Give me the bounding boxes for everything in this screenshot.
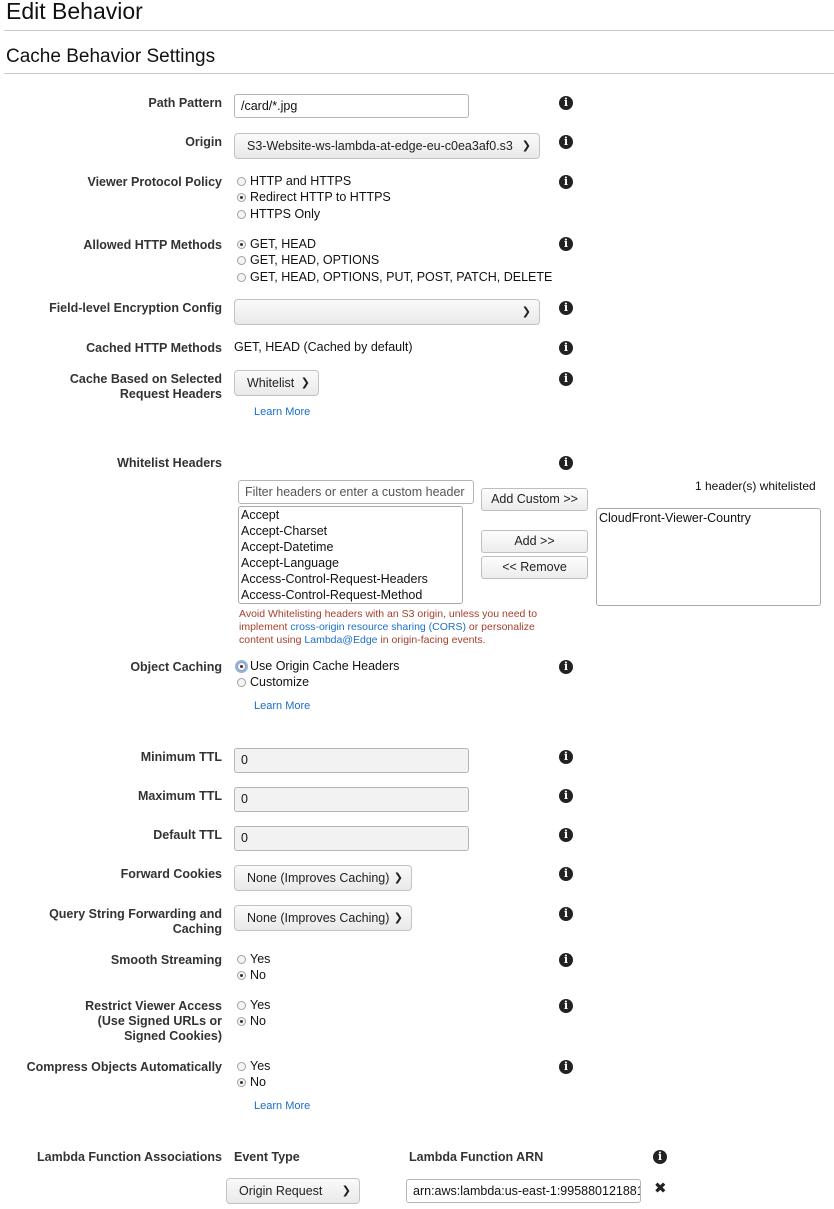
divider xyxy=(4,73,834,74)
lambda-edge-link[interactable]: Lambda@Edge xyxy=(304,634,377,646)
viewer-protocol-label: Viewer Protocol Policy xyxy=(87,175,222,189)
list-item[interactable]: Access-Control-Request-Method xyxy=(239,587,462,603)
learn-more-link[interactable]: Learn More xyxy=(254,700,310,712)
origin-select[interactable]: S3-Website-ws-lambda-at-edge-eu-c0ea3af0… xyxy=(234,133,540,159)
origin-label: Origin xyxy=(185,135,222,149)
whitelist-count: 1 header(s) whitelisted xyxy=(695,479,816,493)
forward-cookies-label: Forward Cookies xyxy=(120,867,222,881)
chevron-down-icon: ❯ xyxy=(393,912,403,924)
learn-more-link[interactable]: Learn More xyxy=(254,406,310,418)
origin-select-value: S3-Website-ws-lambda-at-edge-eu-c0ea3af0… xyxy=(247,139,513,153)
chevron-down-icon: ❯ xyxy=(521,140,531,152)
close-icon[interactable]: ✖ xyxy=(654,1179,667,1197)
allowed-methods-label: Allowed HTTP Methods xyxy=(83,238,222,252)
page-title: Edit Behavior xyxy=(6,0,143,24)
info-icon[interactable]: i xyxy=(559,301,573,315)
list-item[interactable]: Accept-Datetime xyxy=(239,539,462,555)
radio-smooth-yes[interactable]: Yes xyxy=(237,951,270,967)
chevron-down-icon: ❯ xyxy=(521,306,531,318)
divider xyxy=(4,30,834,31)
radio-smooth-no[interactable]: No xyxy=(237,967,266,983)
list-item[interactable]: Accept-Language xyxy=(239,555,462,571)
lambda-arn-input[interactable]: arn:aws:lambda:us-east-1:995880121881 xyxy=(406,1179,641,1203)
radio-redirect-http-to-https[interactable]: Redirect HTTP to HTTPS xyxy=(237,189,391,205)
fle-config-select[interactable]: ❯ xyxy=(234,299,540,325)
cache-headers-select[interactable]: Whitelist ❯ xyxy=(234,370,319,396)
whitelist-headers-label: Whitelist Headers xyxy=(117,456,222,470)
lambda-associations-label: Lambda Function Associations xyxy=(37,1150,222,1164)
radio-use-origin-cache-headers[interactable]: Use Origin Cache Headers xyxy=(237,658,399,674)
radio-get-head-options[interactable]: GET, HEAD, OPTIONS xyxy=(237,252,379,268)
fle-config-label: Field-level Encryption Config xyxy=(49,301,222,315)
min-ttl-label: Minimum TTL xyxy=(140,750,222,764)
info-icon[interactable]: i xyxy=(559,341,573,355)
info-icon[interactable]: i xyxy=(559,372,573,386)
info-icon[interactable]: i xyxy=(559,907,573,921)
radio-restrict-yes[interactable]: Yes xyxy=(237,997,270,1013)
info-icon[interactable]: i xyxy=(559,175,573,189)
radio-all-methods[interactable]: GET, HEAD, OPTIONS, PUT, POST, PATCH, DE… xyxy=(237,269,552,285)
section-title: Cache Behavior Settings xyxy=(6,46,216,67)
info-icon[interactable]: i xyxy=(559,660,573,674)
path-pattern-label: Path Pattern xyxy=(148,96,222,110)
event-type-select[interactable]: Origin Request ❯ xyxy=(226,1178,360,1204)
list-item[interactable]: Access-Control-Request-Headers xyxy=(239,571,462,587)
info-icon[interactable]: i xyxy=(559,828,573,842)
list-item[interactable]: CloudFront-Viewer-Country xyxy=(597,509,820,526)
min-ttl-input[interactable]: 0 xyxy=(234,748,469,773)
radio-restrict-no[interactable]: No xyxy=(237,1013,266,1029)
info-icon[interactable]: i xyxy=(559,953,573,967)
default-ttl-input[interactable]: 0 xyxy=(234,826,469,851)
whitelist-warning: Avoid Whitelisting headers with an S3 or… xyxy=(239,608,538,646)
radio-compress-no[interactable]: No xyxy=(237,1074,266,1090)
chevron-down-icon: ❯ xyxy=(393,872,403,884)
list-item[interactable]: Accept xyxy=(239,507,462,523)
query-string-select[interactable]: None (Improves Caching) ❯ xyxy=(234,905,412,931)
cors-link[interactable]: cross-origin resource sharing (CORS) xyxy=(290,621,466,633)
info-icon[interactable]: i xyxy=(559,96,573,110)
radio-compress-yes[interactable]: Yes xyxy=(237,1058,270,1074)
info-icon[interactable]: i xyxy=(559,1060,573,1074)
radio-get-head[interactable]: GET, HEAD xyxy=(237,236,316,252)
event-type-header: Event Type xyxy=(234,1150,300,1164)
info-icon[interactable]: i xyxy=(559,750,573,764)
default-ttl-label: Default TTL xyxy=(153,828,222,842)
lambda-arn-header: Lambda Function ARN xyxy=(409,1150,544,1164)
remove-button[interactable]: << Remove xyxy=(481,556,588,579)
cache-headers-label: Cache Based on Selected Request Headers xyxy=(69,372,222,401)
smooth-streaming-label: Smooth Streaming xyxy=(110,953,222,967)
radio-https-only[interactable]: HTTPS Only xyxy=(237,206,320,222)
forward-cookies-select[interactable]: None (Improves Caching) ❯ xyxy=(234,865,412,891)
learn-more-link[interactable]: Learn More xyxy=(254,1100,310,1112)
cached-methods-value: GET, HEAD (Cached by default) xyxy=(234,340,413,354)
info-icon[interactable]: i xyxy=(653,1150,667,1164)
radio-http-and-https[interactable]: HTTP and HTTPS xyxy=(237,173,351,189)
add-custom-button[interactable]: Add Custom >> xyxy=(481,488,588,511)
info-icon[interactable]: i xyxy=(559,867,573,881)
compress-label: Compress Objects Automatically xyxy=(26,1060,222,1074)
info-icon[interactable]: i xyxy=(559,237,573,251)
info-icon[interactable]: i xyxy=(559,999,573,1013)
add-button[interactable]: Add >> xyxy=(481,530,588,553)
list-item[interactable]: Accept-Charset xyxy=(239,523,462,539)
max-ttl-input[interactable]: 0 xyxy=(234,787,469,812)
chevron-down-icon: ❯ xyxy=(341,1185,351,1197)
path-pattern-input[interactable]: /card/*.jpg xyxy=(234,94,469,118)
restrict-access-label: Restrict Viewer Access (Use Signed URLs o… xyxy=(85,999,222,1043)
info-icon[interactable]: i xyxy=(559,135,573,149)
selected-headers-list[interactable]: CloudFront-Viewer-Country xyxy=(596,508,821,606)
info-icon[interactable]: i xyxy=(559,456,573,470)
cached-methods-label: Cached HTTP Methods xyxy=(86,341,222,355)
radio-customize[interactable]: Customize xyxy=(237,674,309,690)
max-ttl-label: Maximum TTL xyxy=(137,789,222,803)
query-string-label: Query String Forwarding and Caching xyxy=(49,907,222,936)
available-headers-list[interactable]: Accept Accept-Charset Accept-Datetime Ac… xyxy=(238,506,463,604)
chevron-down-icon: ❯ xyxy=(300,377,310,389)
header-filter-input[interactable]: Filter headers or enter a custom header xyxy=(238,480,474,504)
info-icon[interactable]: i xyxy=(559,789,573,803)
object-caching-label: Object Caching xyxy=(130,660,222,674)
